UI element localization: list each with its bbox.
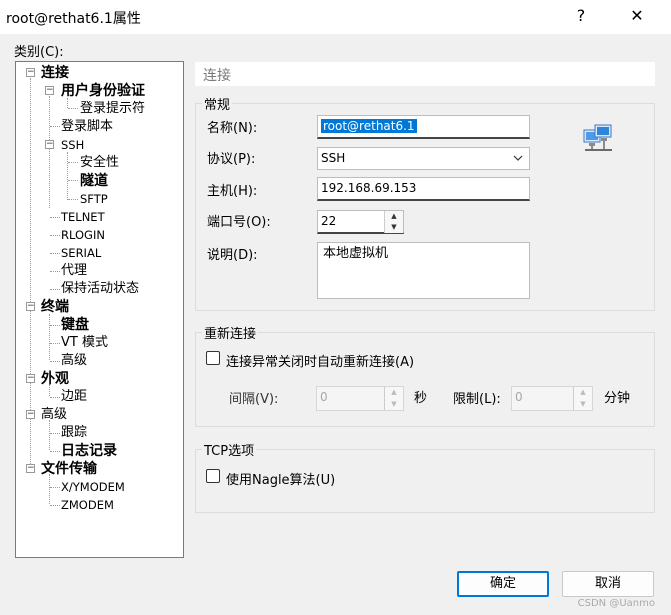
protocol-label: 协议(P): — [207, 152, 256, 167]
tree-item-sftp[interactable]: SFTP — [80, 190, 108, 208]
tree-item-security[interactable]: 安全性 — [80, 154, 119, 172]
port-value: 22 — [321, 214, 337, 228]
cancel-button[interactable]: 取消 — [562, 571, 654, 597]
auto-reconnect-checkbox[interactable] — [206, 351, 220, 365]
spin-up-icon[interactable]: ▲ — [385, 211, 403, 222]
limit-field[interactable]: 0 ▲ ▼ — [511, 386, 593, 411]
title-bar: root@rethat6.1属性 ? ✕ — [0, 0, 671, 34]
spin-up-icon[interactable]: ▲ — [385, 387, 403, 399]
name-field[interactable]: root@rethat6.1 — [317, 115, 530, 139]
tree-item-connection[interactable]: 连接 — [41, 64, 69, 82]
tree-item-logging[interactable]: 日志记录 — [61, 442, 117, 460]
host-label: 主机(H): — [207, 184, 258, 199]
tree-item-tunnel[interactable]: 隧道 — [80, 172, 108, 190]
interval-spinner[interactable]: ▲ ▼ — [384, 387, 403, 410]
host-value: 192.168.69.153 — [321, 181, 417, 195]
tree-item-login-script[interactable]: 登录脚本 — [61, 118, 113, 136]
tree-item-telnet[interactable]: TELNET — [61, 208, 105, 226]
port-label: 端口号(O): — [207, 215, 271, 230]
name-value: root@rethat6.1 — [321, 119, 417, 133]
tree-item-proxy[interactable]: 代理 — [61, 262, 87, 280]
panel-header: 连接 — [195, 62, 655, 86]
watermark: CSDN @Uanmo — [577, 598, 655, 609]
description-field[interactable]: 本地虚拟机 — [317, 242, 530, 299]
port-field[interactable]: 22 ▲ ▼ — [317, 210, 404, 234]
reconnect-group — [195, 332, 655, 427]
collapse-icon[interactable]: − — [26, 464, 35, 473]
tree-item-login-prompt[interactable]: 登录提示符 — [80, 100, 145, 118]
tcp-group-label: TCP选项 — [202, 440, 257, 459]
description-label: 说明(D): — [207, 248, 258, 263]
spin-up-icon[interactable]: ▲ — [574, 387, 592, 399]
collapse-icon[interactable]: − — [45, 140, 54, 149]
host-field[interactable]: 192.168.69.153 — [317, 177, 530, 201]
interval-label: 间隔(V): — [229, 392, 279, 407]
tree-item-margin[interactable]: 边距 — [61, 388, 87, 406]
category-label: 类别(C): — [14, 45, 64, 60]
limit-value: 0 — [515, 390, 523, 404]
general-group-label: 常规 — [202, 94, 233, 113]
ok-button[interactable]: 确定 — [457, 571, 549, 597]
tree-item-zmodem[interactable]: ZMODEM — [61, 496, 114, 514]
tree-item-keyboard[interactable]: 键盘 — [61, 316, 89, 334]
nagle-checkbox[interactable] — [206, 469, 220, 483]
spin-down-icon[interactable]: ▼ — [385, 399, 403, 411]
protocol-select[interactable]: SSH — [317, 147, 530, 170]
tree-item-file-transfer[interactable]: 文件传输 — [41, 460, 97, 478]
window-title: root@rethat6.1属性 — [6, 11, 141, 27]
collapse-icon[interactable]: − — [26, 374, 35, 383]
tree-item-appearance[interactable]: 外观 — [41, 370, 69, 388]
network-computers-icon — [583, 124, 612, 151]
minutes-unit: 分钟 — [604, 391, 631, 406]
interval-field[interactable]: 0 ▲ ▼ — [316, 386, 404, 411]
limit-spinner[interactable]: ▲ ▼ — [573, 387, 592, 410]
description-value: 本地虚拟机 — [323, 246, 389, 261]
tree-item-keepalive[interactable]: 保持活动状态 — [61, 280, 139, 298]
tree-item-serial[interactable]: SERIAL — [61, 244, 101, 262]
collapse-icon[interactable]: − — [26, 302, 35, 311]
close-icon[interactable]: ✕ — [627, 6, 647, 26]
tree-item-vt-mode[interactable]: VT 模式 — [61, 334, 108, 352]
help-icon[interactable]: ? — [571, 6, 591, 26]
tree-item-rlogin[interactable]: RLOGIN — [61, 226, 105, 244]
collapse-icon[interactable]: − — [26, 68, 35, 77]
tree-item-xymodem[interactable]: X/YMODEM — [61, 478, 125, 496]
reconnect-group-label: 重新连接 — [202, 323, 259, 342]
limit-label: 限制(L): — [453, 392, 501, 407]
tree-item-ssh[interactable]: SSH — [61, 136, 84, 154]
protocol-value: SSH — [321, 151, 346, 165]
auto-reconnect-label[interactable]: 连接异常关闭时自动重新连接(A) — [226, 351, 414, 370]
spin-down-icon[interactable]: ▼ — [574, 399, 592, 411]
seconds-unit: 秒 — [414, 391, 428, 406]
collapse-icon[interactable]: − — [26, 410, 35, 419]
name-label: 名称(N): — [207, 121, 258, 136]
category-tree[interactable]: − 连接 − 用户身份验证 登录提示符 登录脚本 − SSH 安全性 隧道 SF… — [15, 61, 184, 558]
tree-item-terminal[interactable]: 终端 — [41, 298, 69, 316]
interval-value: 0 — [320, 390, 328, 404]
tree-item-advanced[interactable]: 高级 — [41, 406, 67, 424]
tree-item-trace[interactable]: 跟踪 — [61, 424, 87, 442]
spin-down-icon[interactable]: ▼ — [385, 222, 403, 233]
collapse-icon[interactable]: − — [45, 86, 54, 95]
tree-item-user-auth[interactable]: 用户身份验证 — [61, 82, 145, 100]
port-spinner[interactable]: ▲ ▼ — [384, 211, 403, 233]
panel-header-title: 连接 — [203, 68, 231, 84]
nagle-label[interactable]: 使用Nagle算法(U) — [226, 469, 335, 488]
chevron-down-icon — [513, 155, 523, 161]
tree-item-advanced-terminal[interactable]: 高级 — [61, 352, 87, 370]
